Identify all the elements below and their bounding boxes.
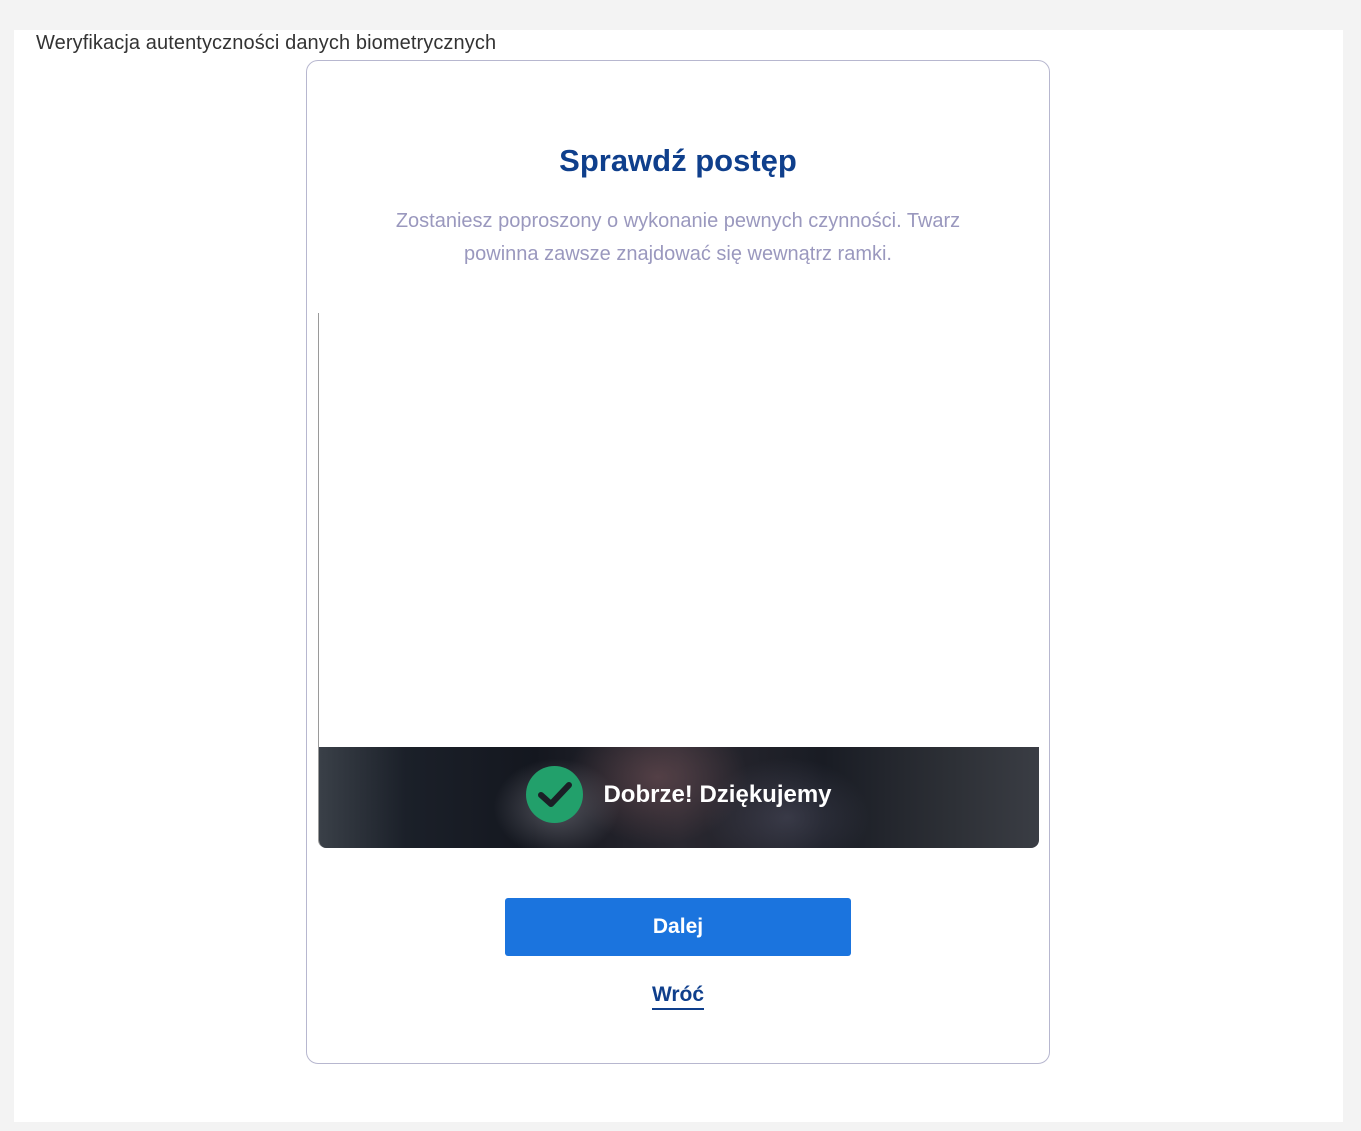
page-title: Weryfikacja autentyczności danych biomet…: [36, 32, 497, 54]
check-circle-icon: [526, 766, 584, 823]
card-description: Zostaniesz poproszony o wykonanie pewnyc…: [395, 210, 961, 265]
next-button[interactable]: Dalej: [505, 898, 851, 956]
card-heading: Sprawdź postęp: [559, 143, 797, 178]
back-link[interactable]: Wróć: [651, 983, 705, 1010]
camera-preview: Dobrze! Dziękujemy: [318, 313, 1039, 848]
verification-card: Sprawdź postęp Zostaniesz poproszony o w…: [306, 60, 1050, 1064]
back-link-container: Wróć: [307, 983, 1049, 1010]
feedback-text: Dobrze! Dziękujemy: [603, 780, 832, 808]
feedback-content: Dobrze! Dziękujemy: [319, 766, 1039, 823]
page-frame: Weryfikacja autentyczności danych biomet…: [14, 30, 1343, 1122]
feedback-banner: Dobrze! Dziękujemy: [319, 747, 1039, 848]
